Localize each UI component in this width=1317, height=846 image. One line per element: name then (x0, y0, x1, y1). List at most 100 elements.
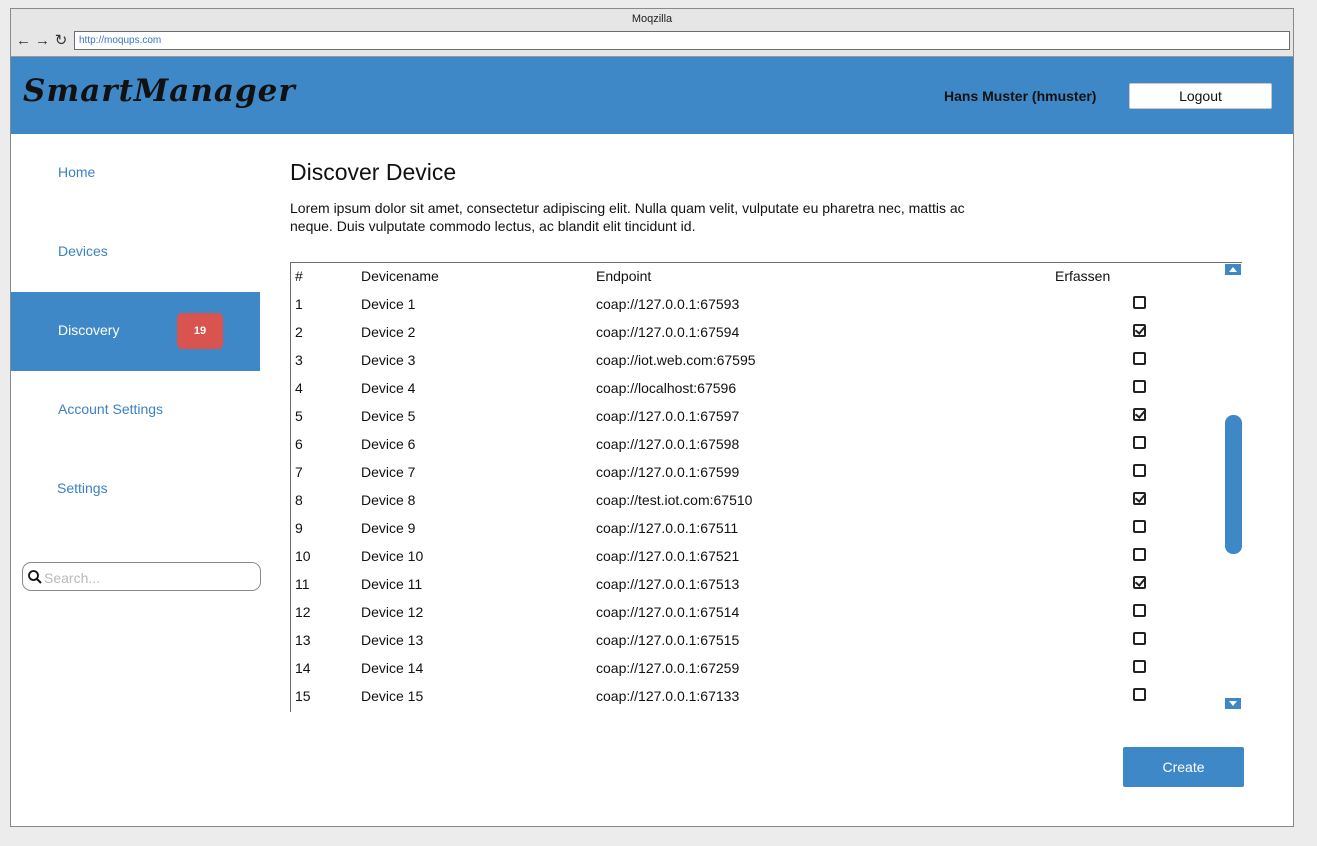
column-header-endpoint: Endpoint (596, 268, 652, 284)
cell-number: 1 (295, 296, 303, 312)
discovery-count-badge: 19 (177, 313, 223, 349)
reload-icon[interactable]: ↻ (54, 33, 68, 48)
table-row: 13 Device 13 coap://127.0.0.1:67515 (291, 632, 1221, 660)
cell-endpoint: coap://127.0.0.1:67511 (596, 520, 739, 536)
sidebar-item-label: Devices (58, 243, 108, 259)
search-icon (28, 570, 42, 584)
browser-titlebar: Moqzilla ← → ↻ http://moqups.com (11, 9, 1293, 57)
cell-endpoint: coap://test.iot.com:67510 (596, 492, 753, 508)
erfassen-checkbox[interactable] (1133, 492, 1146, 505)
cell-number: 12 (295, 604, 311, 620)
sidebar-item-settings[interactable]: Settings (11, 450, 260, 529)
cell-devicename: Device 5 (361, 408, 416, 424)
cell-devicename: Device 10 (361, 548, 424, 564)
cell-number: 14 (295, 660, 311, 676)
cell-number: 2 (295, 324, 303, 340)
erfassen-checkbox[interactable] (1133, 520, 1146, 533)
search-input[interactable] (42, 566, 256, 589)
erfassen-checkbox[interactable] (1133, 548, 1146, 561)
cell-endpoint: coap://127.0.0.1:67599 (596, 464, 740, 480)
erfassen-checkbox[interactable] (1133, 408, 1146, 421)
cell-endpoint: coap://127.0.0.1:67133 (596, 688, 740, 704)
erfassen-checkbox[interactable] (1133, 576, 1146, 589)
sidebar-item-devices[interactable]: Devices (11, 213, 260, 292)
app-header: SmartManager Hans Muster (hmuster) Logou… (11, 57, 1293, 134)
cell-number: 10 (295, 548, 311, 564)
cell-devicename: Device 11 (361, 576, 423, 592)
sidebar-item-discovery[interactable]: Discovery 19 (11, 292, 260, 371)
forward-arrow-icon[interactable]: → (35, 33, 50, 48)
table-row: 9 Device 9 coap://127.0.0.1:67511 (291, 520, 1221, 548)
cell-devicename: Device 9 (361, 520, 416, 536)
cell-endpoint: coap://127.0.0.1:67598 (596, 436, 740, 452)
column-header-erfassen: Erfassen (1055, 268, 1111, 284)
cell-endpoint: coap://localhost:67596 (596, 380, 737, 396)
sidebar-item-account-settings[interactable]: Account Settings (11, 371, 260, 450)
erfassen-checkbox[interactable] (1133, 436, 1146, 449)
table-row: 12 Device 12 coap://127.0.0.1:67514 (291, 604, 1221, 632)
cell-devicename: Device 3 (361, 352, 416, 368)
table-row: 14 Device 14 coap://127.0.0.1:67259 (291, 660, 1221, 688)
cell-devicename: Device 8 (361, 492, 416, 508)
erfassen-checkbox[interactable] (1133, 632, 1146, 645)
erfassen-checkbox[interactable] (1133, 324, 1146, 337)
column-header-number: # (295, 268, 303, 284)
device-table: # Devicename Endpoint Erfassen 1 Device 1… (290, 262, 1242, 712)
table-row: 10 Device 10 coap://127.0.0.1:67521 (291, 548, 1221, 576)
erfassen-checkbox[interactable] (1133, 660, 1146, 673)
cell-number: 3 (295, 352, 303, 368)
cell-number: 6 (295, 436, 303, 452)
table-row: 7 Device 7 coap://127.0.0.1:67599 (291, 464, 1221, 492)
erfassen-checkbox[interactable] (1133, 352, 1146, 365)
table-row: 1 Device 1 coap://127.0.0.1:67593 (291, 296, 1221, 324)
sidebar: Home Devices Discovery 19 Account Settin… (11, 134, 261, 826)
app-logo: SmartManager (23, 73, 296, 109)
cell-endpoint: coap://127.0.0.1:67513 (596, 576, 740, 592)
cell-number: 15 (295, 688, 311, 704)
erfassen-checkbox[interactable] (1133, 380, 1146, 393)
erfassen-checkbox[interactable] (1133, 604, 1146, 617)
sidebar-item-label: Settings (57, 480, 108, 496)
sidebar-item-home[interactable]: Home (11, 134, 260, 213)
user-name: Hans Muster (hmuster) (944, 88, 1097, 104)
cell-endpoint: coap://127.0.0.1:67259 (596, 660, 740, 676)
window-title: Moqzilla (631, 13, 673, 25)
logout-button[interactable]: Logout (1129, 83, 1272, 109)
cell-devicename: Device 14 (361, 660, 424, 676)
table-row: 11 Device 11 coap://127.0.0.1:67513 (291, 576, 1221, 604)
cell-endpoint: coap://127.0.0.1:67514 (596, 604, 740, 620)
cell-devicename: Device 2 (361, 324, 416, 340)
search-box (22, 562, 261, 591)
page-description: Lorem ipsum dolor sit amet, consectetur … (290, 200, 965, 234)
table-row: 2 Device 2 coap://127.0.0.1:67594 (291, 324, 1221, 352)
table-row: 15 Device 15 coap://127.0.0.1:67133 (291, 688, 1221, 716)
table-row: 4 Device 4 coap://localhost:67596 (291, 380, 1221, 408)
cell-devicename: Device 6 (361, 436, 416, 452)
erfassen-checkbox[interactable] (1133, 296, 1146, 309)
address-bar[interactable]: http://moqups.com (74, 31, 1290, 50)
cell-number: 4 (295, 380, 303, 396)
cell-endpoint: coap://127.0.0.1:67593 (596, 296, 740, 312)
sidebar-item-label: Home (58, 164, 96, 180)
erfassen-checkbox[interactable] (1133, 688, 1146, 701)
page-title: Discover Device (290, 159, 457, 185)
table-row: 5 Device 5 coap://127.0.0.1:67597 (291, 408, 1221, 436)
column-header-devicename: Devicename (361, 268, 439, 284)
scrollbar-thumb[interactable] (1225, 415, 1242, 554)
cell-endpoint: coap://127.0.0.1:67597 (596, 408, 740, 424)
cell-number: 9 (295, 520, 303, 536)
sidebar-item-label: Discovery (58, 322, 120, 338)
back-arrow-icon[interactable]: ← (16, 33, 31, 48)
cell-devicename: Device 15 (361, 688, 424, 704)
cell-devicename: Device 13 (361, 632, 424, 648)
cell-endpoint: coap://iot.web.com:67595 (596, 352, 756, 368)
cell-devicename: Device 4 (361, 380, 416, 396)
erfassen-checkbox[interactable] (1133, 464, 1146, 477)
cell-endpoint: coap://127.0.0.1:67594 (596, 324, 740, 340)
browser-window: Moqzilla ← → ↻ http://moqups.com SmartMa… (10, 8, 1294, 827)
table-row: 8 Device 8 coap://test.iot.com:67510 (291, 492, 1221, 520)
scroll-down-icon[interactable] (1225, 698, 1241, 709)
create-button[interactable]: Create (1123, 747, 1244, 787)
scroll-up-icon[interactable] (1225, 264, 1241, 275)
cell-number: 13 (295, 632, 311, 648)
